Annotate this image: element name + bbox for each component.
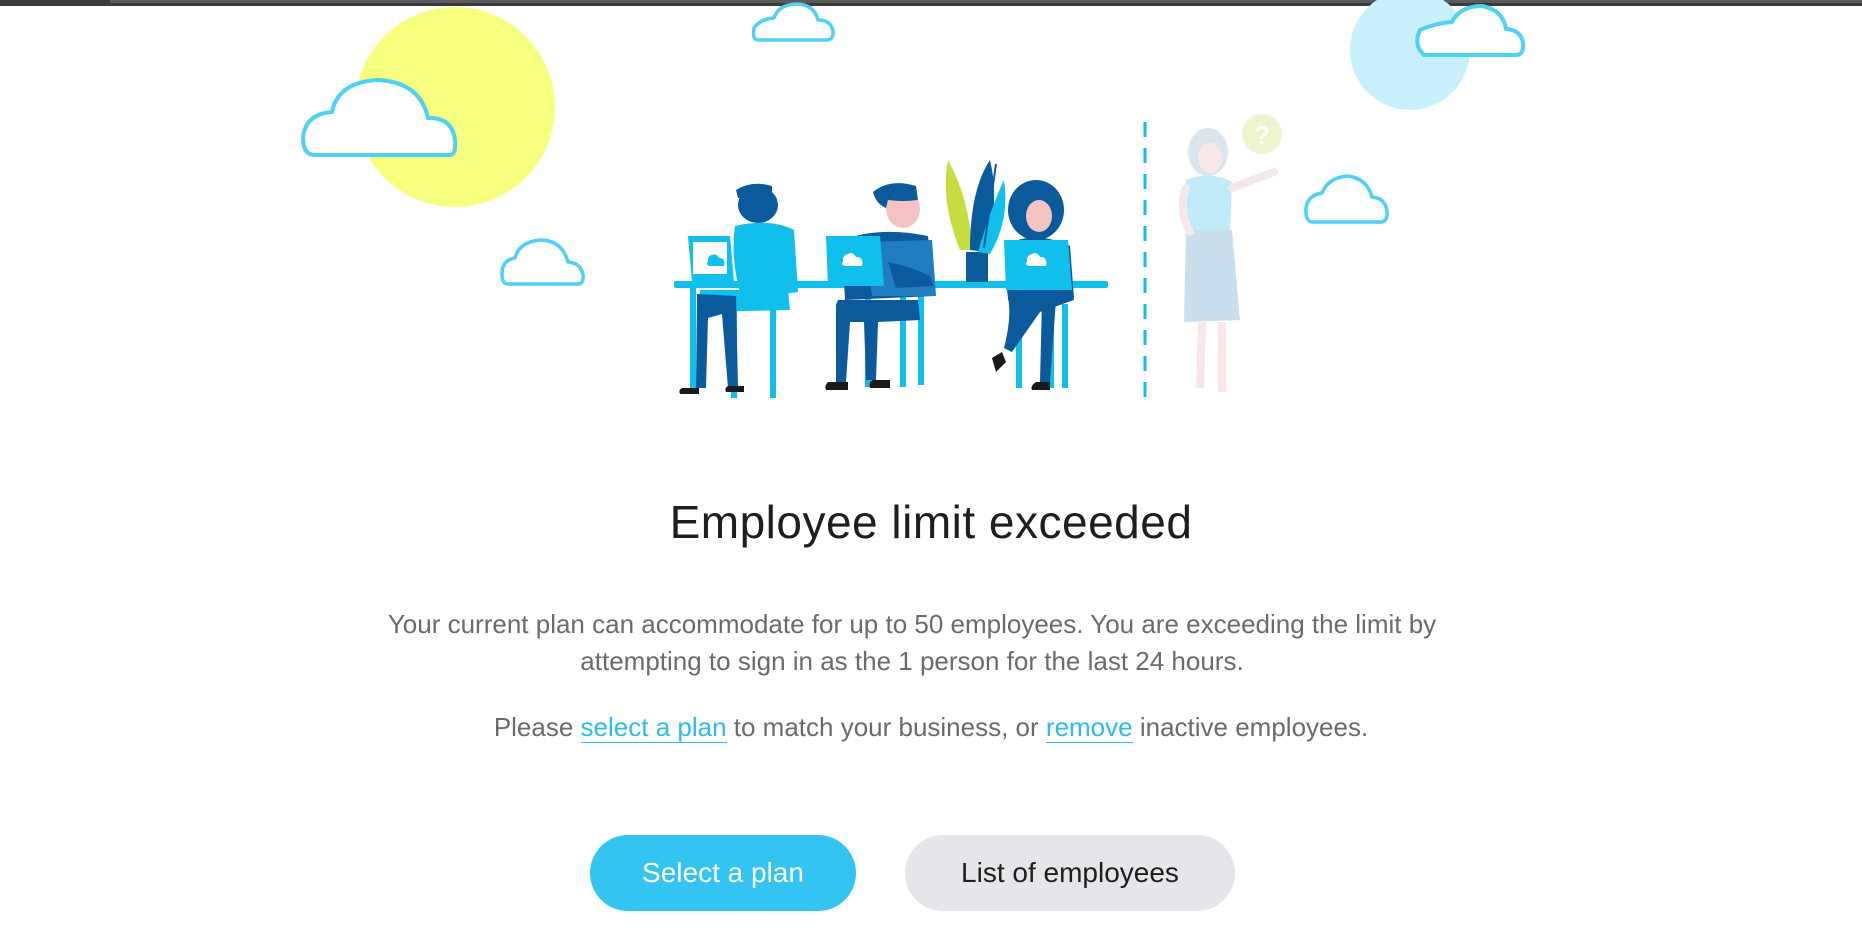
select-plan-button[interactable]: Select a plan (590, 835, 856, 911)
action-hint: Please select a plan to match your busin… (0, 712, 1862, 743)
list-employees-button[interactable]: List of employees (905, 835, 1235, 911)
plant (945, 160, 1006, 282)
select-plan-link[interactable]: select a plan (580, 712, 727, 743)
question-mark-icon: ? (1254, 120, 1270, 150)
hint-suffix: inactive employees. (1132, 712, 1369, 742)
office-illustration: ? (301, 0, 1526, 398)
hint-prefix: Please (493, 712, 581, 742)
person-1 (679, 183, 798, 398)
remove-employees-link[interactable]: remove (1045, 712, 1133, 743)
cloud-icon (500, 238, 585, 286)
cloud-icon (1304, 174, 1389, 224)
hint-middle: to match your business, or (726, 712, 1046, 742)
page-title: Employee limit exceeded (669, 496, 1193, 548)
cloud-icon (751, 2, 835, 42)
ghost-person: ? (1178, 114, 1282, 392)
plan-limit-description: Your current plan can accommodate for up… (387, 609, 1437, 676)
